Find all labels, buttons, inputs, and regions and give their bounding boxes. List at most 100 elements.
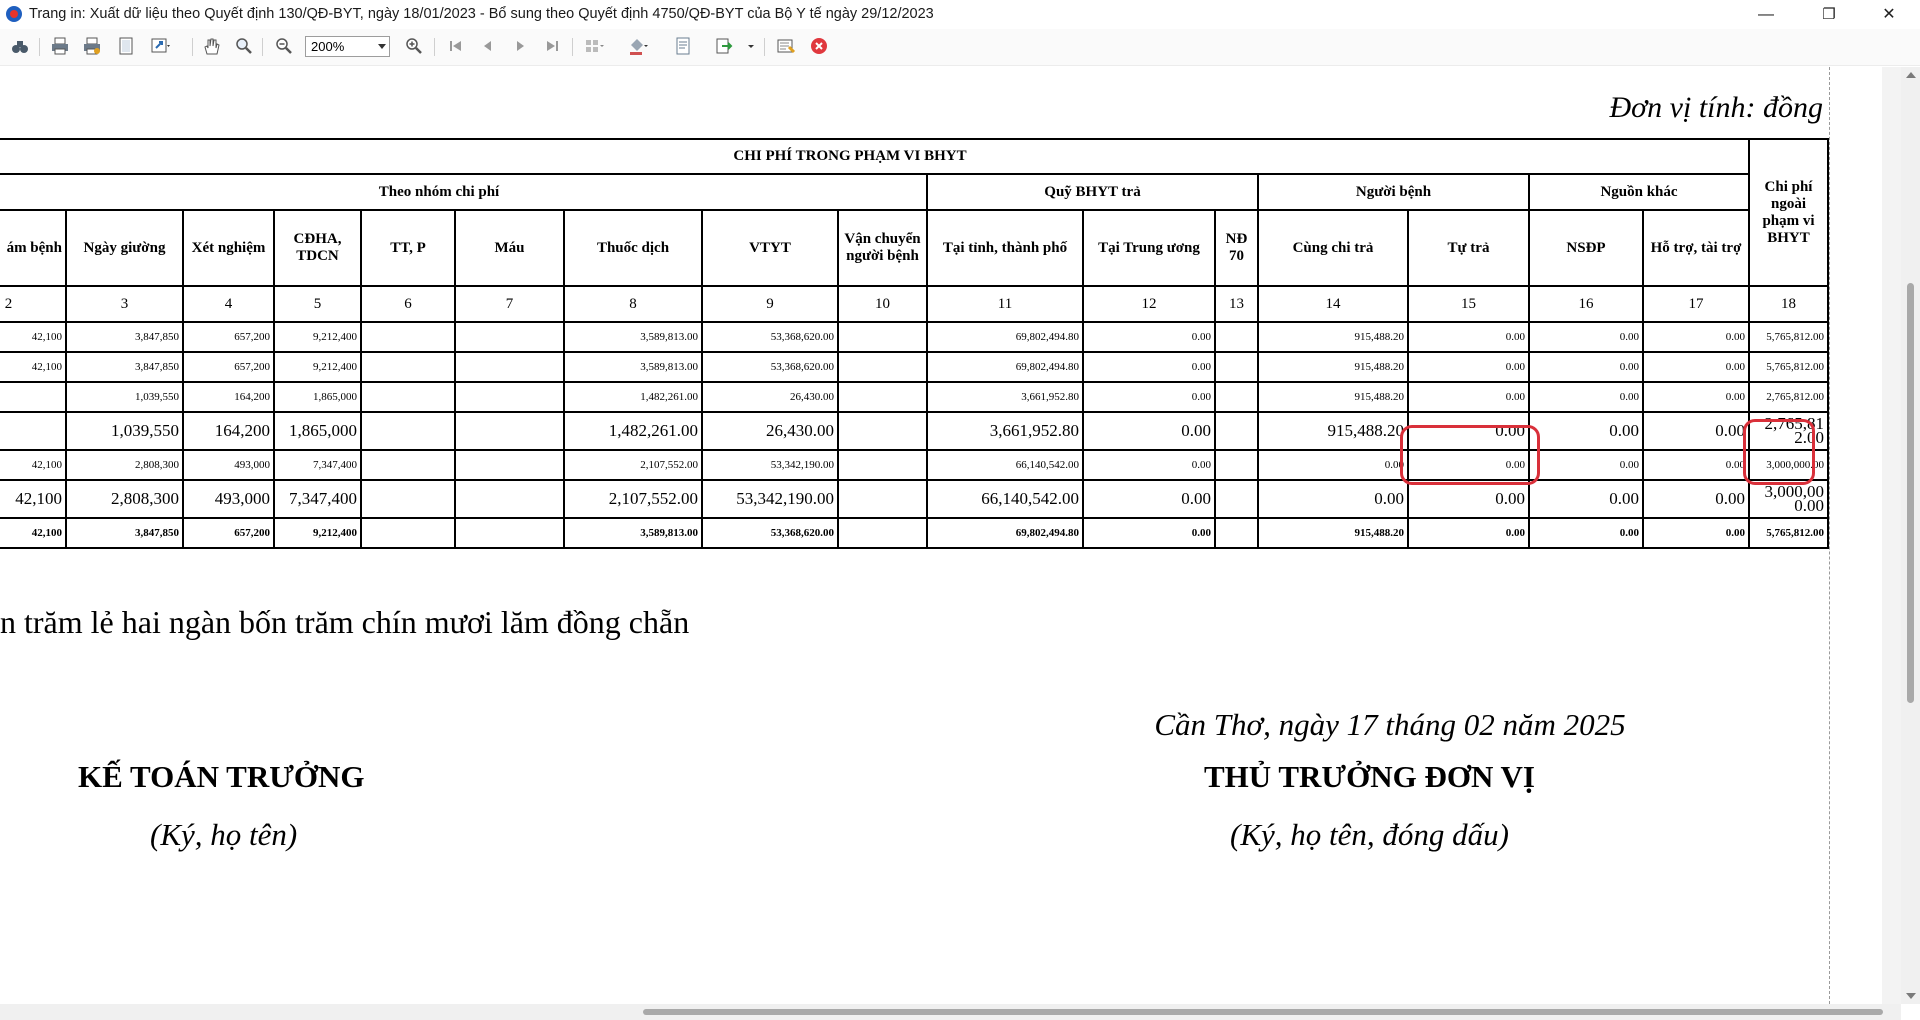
page-setup-icon[interactable]	[116, 36, 136, 56]
send-email-icon[interactable]	[776, 36, 796, 56]
table-cell: 53,342,190.00	[701, 479, 839, 519]
table-cell	[360, 321, 456, 353]
report-viewer[interactable]: Đơn vị tính: đồng CHI PHÍ TRONG PHẠM VI …	[0, 67, 1882, 1004]
table-cell: 66,140,542.00	[926, 479, 1084, 519]
table-cell: 0.00	[1082, 351, 1216, 383]
table-cell	[454, 411, 565, 451]
zoom-in-icon[interactable]	[404, 36, 424, 56]
table-cell	[837, 517, 928, 549]
table-cell: 493,000	[182, 479, 275, 519]
scale-icon[interactable]	[150, 36, 170, 56]
column-header: NSĐP	[1528, 209, 1644, 287]
table-cell: 53,368,620.00	[701, 321, 839, 353]
table-row: 42,100 3,847,850 657,200 9,212,400 3,589,813…	[0, 517, 1829, 549]
table-cell: 915,488.20	[1257, 517, 1409, 549]
restore-button[interactable]: ❐	[1806, 0, 1852, 29]
multiple-pages-icon[interactable]	[584, 36, 604, 56]
scroll-down-icon[interactable]	[1906, 993, 1916, 999]
table-cell: 53,368,620.00	[701, 351, 839, 383]
table-cell	[454, 449, 565, 481]
next-page-icon[interactable]	[510, 36, 530, 56]
window-title: Trang in: Xuất dữ liệu theo Quyết định 1…	[29, 6, 934, 22]
first-page-icon[interactable]	[446, 36, 466, 56]
table-cell: 3,847,850	[65, 351, 184, 383]
table-cell: 42,100	[0, 351, 67, 383]
minimize-button[interactable]: —	[1743, 0, 1789, 29]
header-patient: Người bệnh	[1257, 173, 1530, 211]
table-cell: 915,488.20	[1257, 351, 1409, 383]
table-cell: 657,200	[182, 517, 275, 549]
report-page: Đơn vị tính: đồng CHI PHÍ TRONG PHẠM VI …	[0, 67, 1882, 1004]
table-cell	[0, 411, 67, 451]
unit-line: Đơn vị tính: đồng	[1609, 91, 1824, 124]
column-header: CĐHA, TDCN	[273, 209, 362, 287]
last-page-icon[interactable]	[542, 36, 562, 56]
watermark-icon[interactable]	[673, 36, 693, 56]
quick-print-icon[interactable]	[82, 36, 102, 56]
print-icon[interactable]	[50, 36, 70, 56]
exit-icon[interactable]	[809, 36, 829, 56]
export-icon[interactable]	[714, 36, 734, 56]
table-cell: 0.00	[1528, 321, 1644, 353]
table-cell: 0.00	[1257, 479, 1409, 519]
table-cell: 69,802,494.80	[926, 351, 1084, 383]
table-cell: 3,847,850	[65, 321, 184, 353]
column-header: Ngày giường	[65, 209, 184, 287]
vertical-scroll-thumb[interactable]	[1907, 283, 1914, 703]
column-number: 3	[65, 285, 184, 323]
binoculars-icon[interactable]	[10, 36, 30, 56]
table-cell: 915,488.20	[1257, 411, 1409, 451]
hand-tool-icon[interactable]	[201, 36, 221, 56]
horizontal-scrollbar[interactable]	[0, 1004, 1901, 1020]
column-header: NĐ 70	[1214, 209, 1259, 287]
column-number: 5	[273, 285, 362, 323]
table-cell	[360, 381, 456, 413]
table-row: 42,100 3,847,850 657,200 9,212,400 3,589,813…	[0, 321, 1829, 353]
table-cell: 0.00	[1528, 351, 1644, 383]
vertical-scrollbar[interactable]	[1901, 67, 1920, 1004]
scroll-up-icon[interactable]	[1906, 72, 1916, 78]
table-cell: 657,200	[182, 321, 275, 353]
column-number: 2	[0, 285, 67, 323]
previous-page-icon[interactable]	[478, 36, 498, 56]
table-row: 1,039,550 164,200 1,865,000 1,482,261.00 26,…	[0, 381, 1829, 413]
zoom-out-icon[interactable]	[274, 36, 294, 56]
table-cell: 0.00	[1407, 381, 1530, 413]
table-cell: 0.00	[1082, 381, 1216, 413]
table-cell: 3,661,952.80	[926, 381, 1084, 413]
table-cell: 915,488.20	[1257, 321, 1409, 353]
zoom-select[interactable]: 200%	[305, 36, 390, 57]
table-cell: 0.00	[1642, 381, 1750, 413]
column-number: 8	[563, 285, 703, 323]
magnifier-icon[interactable]	[234, 36, 254, 56]
export-dropdown-icon[interactable]	[742, 36, 754, 56]
fill-color-icon[interactable]	[628, 36, 648, 56]
header-fund-pays: Quỹ BHYT trả	[926, 173, 1259, 211]
table-cell: 0.00	[1528, 479, 1644, 519]
table-cell	[0, 381, 67, 413]
table-cell	[837, 321, 928, 353]
signature-note-left: (Ký, họ tên)	[150, 817, 298, 852]
column-number: 11	[926, 285, 1084, 323]
table-cell: 0.00	[1642, 449, 1750, 481]
column-header: Tại Trung ương	[1082, 209, 1216, 287]
column-number: 17	[1642, 285, 1750, 323]
header-other-sources: Nguồn khác	[1528, 173, 1750, 211]
table-cell: 3,000,000.00	[1748, 479, 1829, 519]
table-cell	[360, 411, 456, 451]
header-by-group: Theo nhóm chi phí	[0, 173, 928, 211]
close-window-button[interactable]: ✕	[1866, 0, 1912, 29]
table-cell: 0.00	[1528, 381, 1644, 413]
place-date: Cần Thơ, ngày 17 tháng 02 năm 2025	[1154, 707, 1626, 742]
table-cell: 53,342,190.00	[701, 449, 839, 481]
header-out-of-scope: Chi phí ngoài phạm vi BHYT	[1748, 138, 1829, 287]
table-cell	[837, 411, 928, 451]
table-cell	[837, 449, 928, 481]
table-cell: 42,100	[0, 517, 67, 549]
table-cell: 0.00	[1407, 351, 1530, 383]
horizontal-scroll-thumb[interactable]	[643, 1009, 1883, 1015]
table-cell	[1214, 321, 1259, 353]
table-cell: 69,802,494.80	[926, 517, 1084, 549]
table-cell	[837, 479, 928, 519]
column-header: Hỗ trợ, tài trợ	[1642, 209, 1750, 287]
